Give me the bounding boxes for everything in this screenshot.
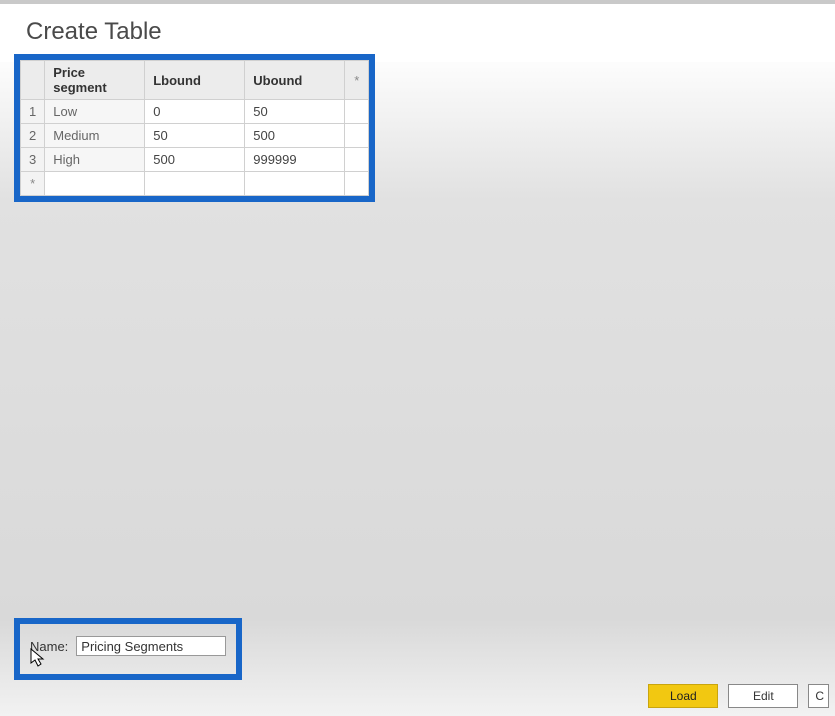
cell-price-segment[interactable]: Low (45, 100, 145, 124)
add-row[interactable]: * (21, 172, 369, 196)
cell-ubound[interactable]: 999999 (245, 148, 345, 172)
table-row: 3 High 500 999999 (21, 148, 369, 172)
add-column-button[interactable]: * (345, 61, 369, 100)
cell-lbound[interactable]: 0 (145, 100, 245, 124)
add-row-button[interactable]: * (21, 172, 45, 196)
cell-lbound[interactable]: 500 (145, 148, 245, 172)
column-header-ubound[interactable]: Ubound (245, 61, 345, 100)
data-entry-table[interactable]: Price segment Lbound Ubound * 1 Low 0 50… (20, 60, 369, 196)
name-highlight-box: Name: (14, 618, 242, 680)
table-highlight-box: Price segment Lbound Ubound * 1 Low 0 50… (14, 54, 375, 202)
column-header-price-segment[interactable]: Price segment (45, 61, 145, 100)
row-number: 2 (21, 124, 45, 148)
cell-empty[interactable] (245, 172, 345, 196)
cancel-button[interactable]: C (808, 684, 829, 708)
cell-lbound[interactable]: 50 (145, 124, 245, 148)
row-number: 3 (21, 148, 45, 172)
edit-button[interactable]: Edit (728, 684, 798, 708)
row-number-header (21, 61, 45, 100)
name-label: Name: (30, 639, 68, 654)
column-header-lbound[interactable]: Lbound (145, 61, 245, 100)
cell-empty[interactable] (145, 172, 245, 196)
table-name-input[interactable] (76, 636, 226, 656)
cell-empty[interactable] (345, 172, 369, 196)
cell-ubound[interactable]: 50 (245, 100, 345, 124)
load-button[interactable]: Load (648, 684, 718, 708)
cell-extra[interactable] (345, 124, 369, 148)
table-row: 1 Low 0 50 (21, 100, 369, 124)
cell-price-segment[interactable]: High (45, 148, 145, 172)
cell-empty[interactable] (45, 172, 145, 196)
row-number: 1 (21, 100, 45, 124)
window-top-border (0, 0, 835, 4)
cell-extra[interactable] (345, 148, 369, 172)
cell-extra[interactable] (345, 100, 369, 124)
dialog-title: Create Table (0, 0, 835, 62)
table-header-row: Price segment Lbound Ubound * (21, 61, 369, 100)
cell-price-segment[interactable]: Medium (45, 124, 145, 148)
dialog-footer: Load Edit C (648, 684, 835, 708)
table-row: 2 Medium 50 500 (21, 124, 369, 148)
create-table-dialog: Create Table Price segment Lbound Ubound… (0, 0, 835, 716)
cell-ubound[interactable]: 500 (245, 124, 345, 148)
